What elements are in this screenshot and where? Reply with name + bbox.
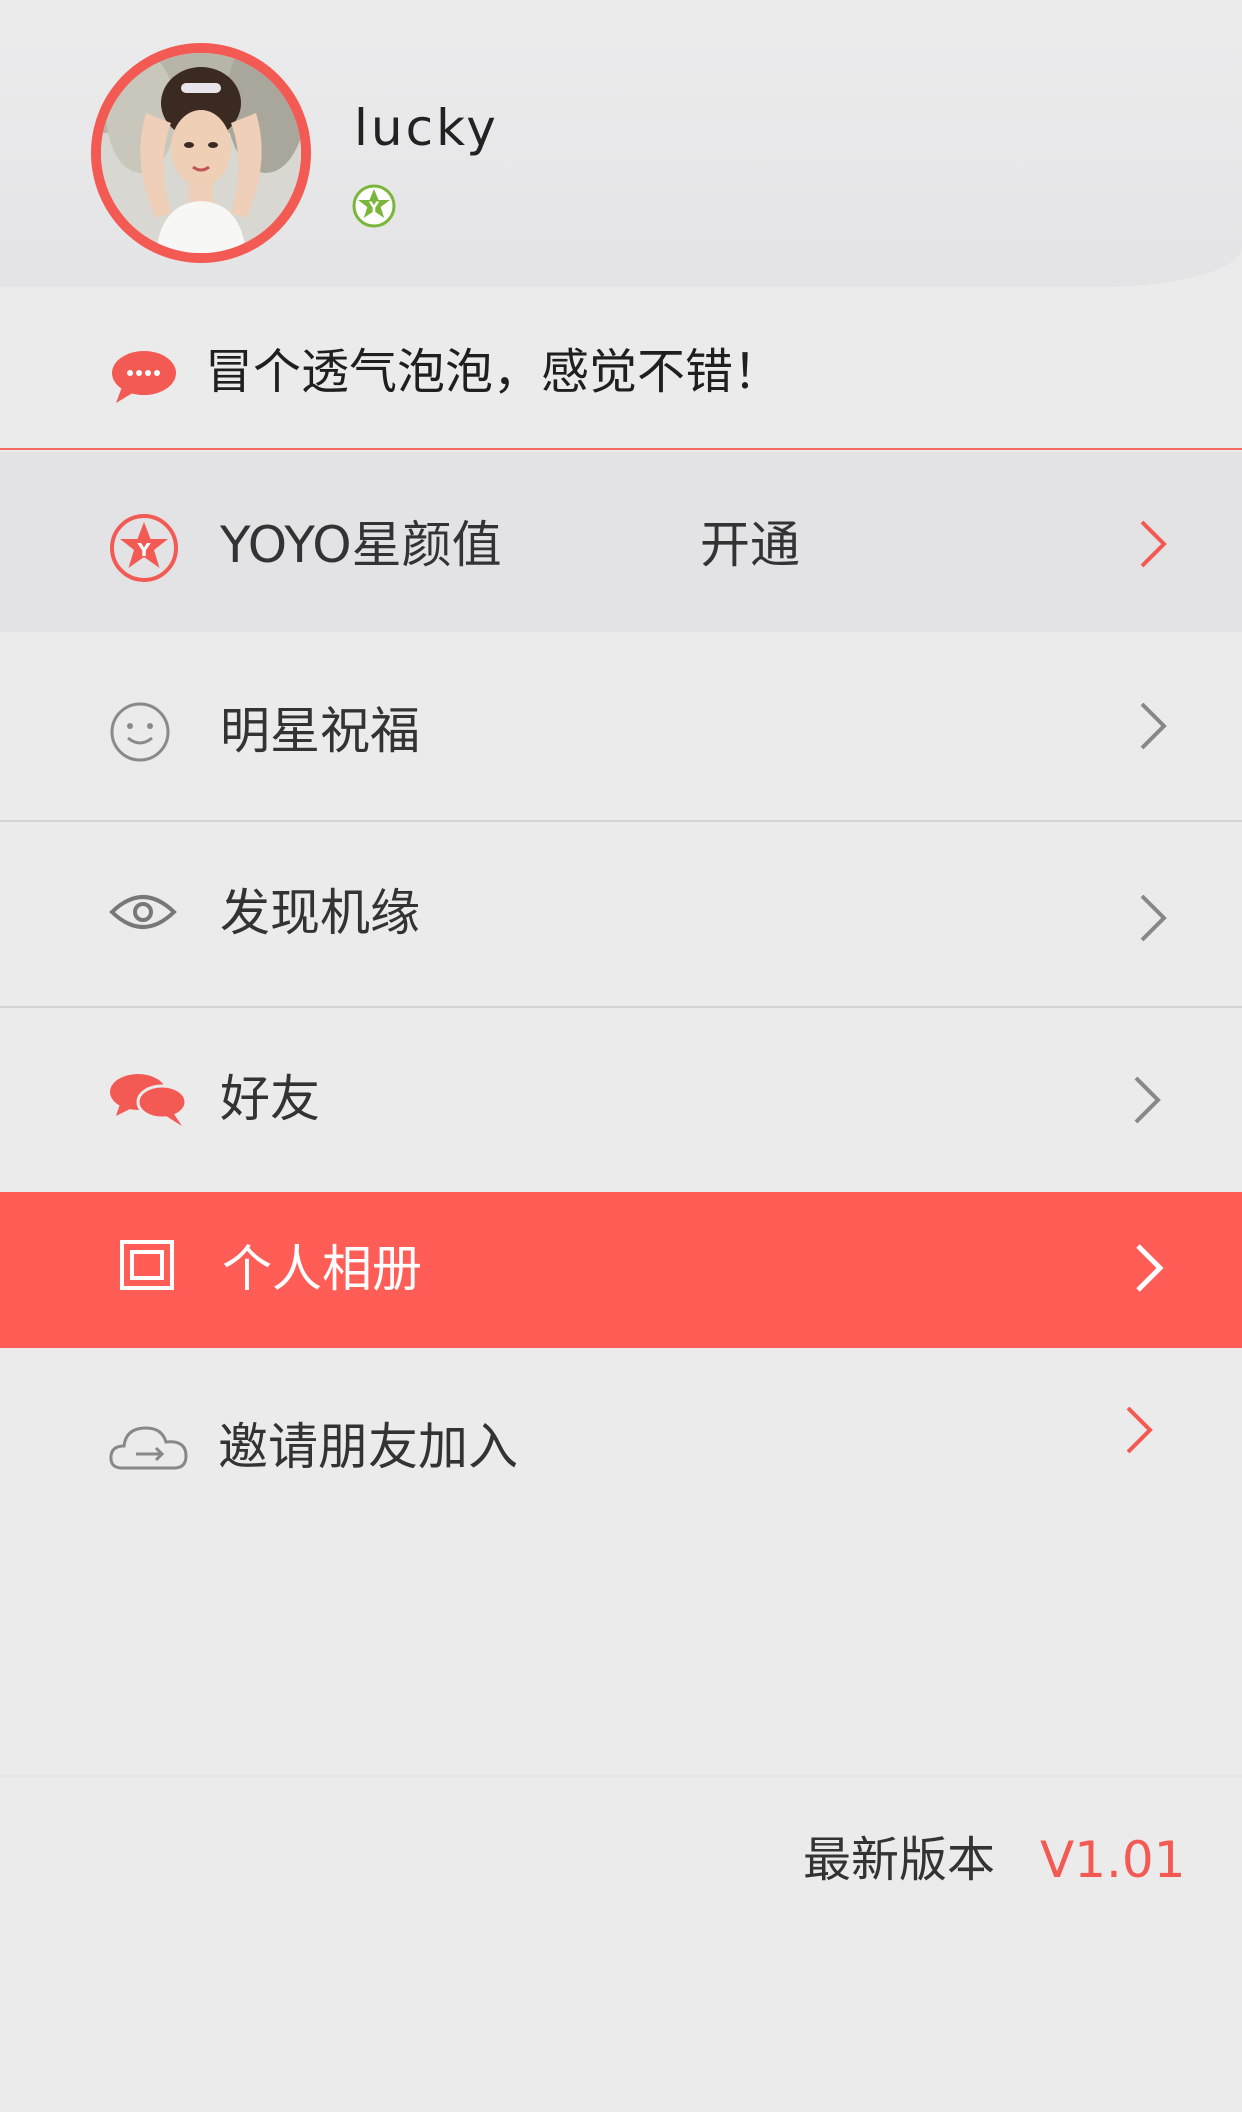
smile-icon [108, 700, 188, 780]
avatar[interactable] [91, 43, 311, 263]
menu-item-label: YOYO星颜值 [220, 516, 502, 574]
chevron-right-icon [1128, 1238, 1168, 1298]
menu-item-label: 个人相册 [222, 1240, 422, 1298]
eye-icon [108, 882, 188, 962]
chevron-right-icon [1118, 1400, 1158, 1460]
album-icon [118, 1236, 198, 1316]
menu-item-label: 邀请朋友加入 [218, 1418, 518, 1476]
menu-item-label: 明星祝福 [220, 702, 420, 760]
menu-item-friends[interactable]: 好友 [0, 1008, 1242, 1192]
chevron-right-icon [1126, 1070, 1166, 1130]
menu-item-label: 发现机缘 [220, 884, 420, 942]
menu-item-album[interactable]: 个人相册 [0, 1192, 1242, 1348]
signature-text: 冒个透气泡泡，感觉不错！ [205, 344, 782, 400]
menu-item-discover[interactable]: 发现机缘 [0, 822, 1242, 1008]
avatar-photo [101, 53, 301, 253]
chevron-right-icon [1132, 888, 1172, 948]
menu-item-invite[interactable]: 邀请朋友加入 [0, 1348, 1242, 1548]
activate-link[interactable]: 开通 [700, 510, 800, 580]
svg-text:Y: Y [136, 540, 151, 561]
version-label: 最新版本 [803, 1832, 996, 1888]
chat-bubble-icon [108, 347, 178, 407]
username: lucky [354, 99, 499, 157]
chevron-right-icon [1132, 514, 1172, 574]
version-value: V1.01 [1040, 1831, 1186, 1889]
menu-item-yoyo[interactable]: Y YOYO星颜值 开通 [0, 452, 1242, 632]
svg-text:Y: Y [368, 200, 380, 216]
yoyo-star-icon: Y [108, 512, 188, 592]
footer-divider [0, 1775, 1242, 1777]
cloud-arrow-icon [108, 1416, 188, 1496]
menu-item-label: 好友 [220, 1070, 320, 1128]
menu-item-star-blessing[interactable]: 明星祝福 [0, 632, 1242, 822]
signature-row[interactable]: 冒个透气泡泡，感觉不错！ [0, 287, 1242, 450]
chevron-right-icon [1132, 696, 1172, 756]
chat-bubbles-icon [108, 1070, 188, 1150]
yoyo-star-badge-icon: Y [352, 184, 396, 228]
profile-header: lucky Y [0, 0, 1242, 287]
